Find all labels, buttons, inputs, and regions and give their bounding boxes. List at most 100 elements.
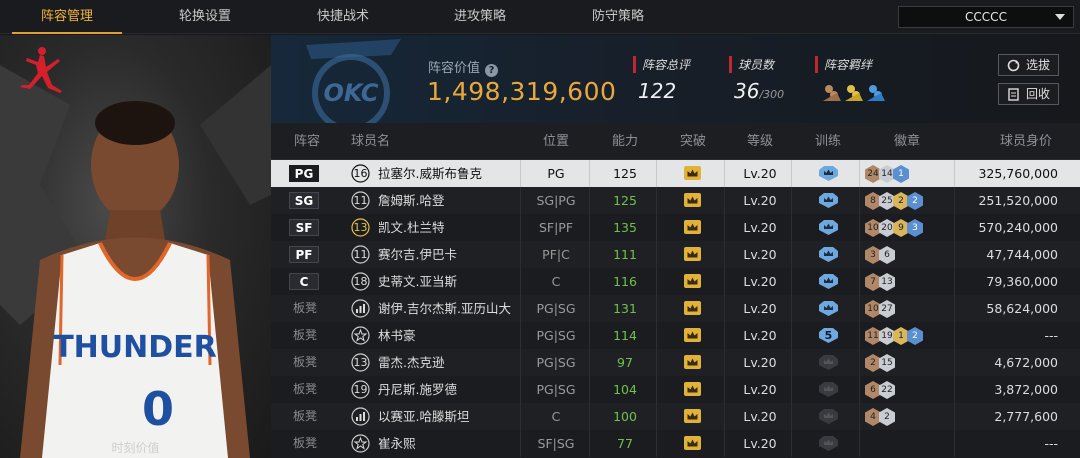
tab-defense-strategy[interactable]: 防守策略 (563, 0, 673, 34)
player-position: C (551, 409, 561, 424)
select-button[interactable]: 选拔 (998, 54, 1059, 76)
table-row[interactable]: SF 13 凯文.杜兰特 SF|PF 135 Lv.20 10 20 9 3 570,240,000 (271, 214, 1080, 241)
badge-group[interactable]: 6 22 (865, 380, 895, 399)
badge-group[interactable]: 7 13 (865, 272, 895, 291)
table-row[interactable]: 板凳 林书豪 PG|SG 114 Lv.20 5 11 19 1 2 --- (271, 322, 1080, 349)
badge-br: 8 (865, 192, 881, 210)
column-divider (954, 322, 955, 349)
jersey-number-text: 11 (353, 194, 368, 207)
badge-group[interactable]: 11 19 1 2 (865, 326, 923, 345)
col-header-breakthrough[interactable]: 突破 (663, 123, 723, 160)
table-row[interactable]: SG 11 詹姆斯.哈登 SG|PG 125 Lv.20 8 25 2 2 251,520,000 (271, 187, 1080, 214)
column-divider (520, 268, 521, 295)
tab-lineup-management[interactable]: 阵容管理 (12, 0, 122, 34)
player-name[interactable]: 雷杰.杰克逊 (378, 349, 444, 376)
badge-group[interactable]: 42 (865, 407, 895, 426)
col-header-rating[interactable]: 能力 (595, 123, 655, 160)
badge-group[interactable]: 10 27 (865, 299, 895, 318)
table-row[interactable]: 板凳 崔永熙 SF|SG 77 Lv.20 --- (271, 430, 1080, 457)
badge-br: 3 (865, 246, 881, 264)
crown-icon (684, 166, 701, 180)
table-row[interactable]: 板凳 谢伊.吉尔杰斯.亚历山大 PG|SG 131 Lv.20 10 27 58,624,00… (271, 295, 1080, 322)
jersey-number-text: 13 (353, 221, 368, 234)
column-divider (724, 349, 725, 376)
badge-group[interactable]: 10 20 9 3 (865, 218, 923, 237)
jersey-number-text: 16 (353, 167, 368, 180)
jordan-logo-icon (20, 47, 62, 93)
player-rating: 97 (617, 355, 633, 370)
badge-group[interactable]: 36 (865, 245, 895, 264)
crown-icon (684, 301, 701, 315)
badge-group[interactable]: 2 15 (865, 353, 895, 372)
col-header-name[interactable]: 球员名 (351, 123, 421, 160)
player-position: SF|SG (537, 436, 575, 451)
lineup-screen: 阵容管理 轮换设置 快捷战术 进攻策略 防守策略 CCCCC THUNDER 0 (0, 0, 1080, 458)
player-level: Lv.20 (743, 328, 777, 343)
select-button-label: 选拔 (1025, 58, 1050, 72)
column-divider (859, 295, 860, 322)
player-name[interactable]: 拉塞尔.威斯布鲁克 (378, 160, 482, 187)
tab-rotation-settings[interactable]: 轮换设置 (150, 0, 260, 34)
help-icon[interactable]: ? (485, 64, 499, 77)
col-header-training[interactable]: 训练 (798, 123, 858, 160)
column-divider (724, 241, 725, 268)
recycle-button[interactable]: 回收 (998, 83, 1059, 105)
player-name[interactable]: 谢伊.吉尔杰斯.亚历山大 (378, 295, 511, 322)
column-divider (724, 268, 725, 295)
player-level: Lv.20 (743, 274, 777, 289)
column-divider (656, 160, 657, 187)
col-header-value[interactable]: 球员身价 (986, 123, 1066, 160)
column-divider (954, 376, 955, 403)
tab-offense-strategy[interactable]: 进攻策略 (425, 0, 535, 34)
col-header-position[interactable]: 位置 (526, 123, 586, 160)
crown-icon (684, 220, 701, 234)
column-divider (656, 214, 657, 241)
table-row[interactable]: 板凳 13 雷杰.杰克逊 PG|SG 97 Lv.20 2 15 4,672,000 (271, 349, 1080, 376)
badge-br: 10 (865, 300, 881, 318)
chemistry-icons[interactable] (821, 81, 891, 103)
player-position: C (551, 274, 561, 289)
column-divider (954, 349, 955, 376)
lineup-slot-badge: C (289, 273, 319, 290)
player-level: Lv.20 (743, 409, 777, 424)
training-shield-empty-icon (819, 355, 838, 370)
team-select-value: CCCCC (965, 10, 1007, 24)
column-divider (589, 376, 590, 403)
table-row[interactable]: 板凳 以赛亚.哈滕斯坦 C 100 Lv.20 4 2 2,777,600 (271, 403, 1080, 430)
jersey-number-text: 11 (353, 248, 368, 261)
jersey-number-text: 13 (353, 356, 368, 369)
player-value: --- (1044, 436, 1058, 451)
column-divider (520, 376, 521, 403)
table-row[interactable]: C 18 史蒂文.亚当斯 C 116 Lv.20 7 13 79,360,000 (271, 268, 1080, 295)
lineup-slot-badge: PF (289, 246, 319, 263)
column-divider (791, 160, 792, 187)
jersey-number: 11 (351, 245, 370, 264)
col-header-slot[interactable]: 阵容 (285, 123, 329, 160)
column-divider (954, 241, 955, 268)
column-divider (859, 214, 860, 241)
player-name[interactable]: 丹尼斯.施罗德 (378, 376, 457, 403)
tab-quick-tactics[interactable]: 快捷战术 (288, 0, 398, 34)
table-row[interactable]: 板凳 19 丹尼斯.施罗德 PG|SG 104 Lv.20 6 22 3,872,000 (271, 376, 1080, 403)
badge-group[interactable]: 24 14 1 (865, 164, 909, 183)
crown-icon (684, 328, 701, 342)
col-header-badges[interactable]: 徽章 (877, 123, 937, 160)
table-row[interactable]: PG 16 拉塞尔.威斯布鲁克 PG 125 Lv.20 24 14 1 325,760,000 (271, 160, 1080, 187)
player-name[interactable]: 詹姆斯.哈登 (378, 187, 444, 214)
table-row[interactable]: PF 11 赛尔吉.伊巴卡 PF|C 111 Lv.20 3 6 47,744,000 (271, 241, 1080, 268)
player-name[interactable]: 以赛亚.哈滕斯坦 (378, 403, 469, 430)
player-name[interactable]: 史蒂文.亚当斯 (378, 268, 457, 295)
player-name[interactable]: 赛尔吉.伊巴卡 (378, 241, 457, 268)
col-header-level[interactable]: 等级 (730, 123, 790, 160)
player-level: Lv.20 (743, 220, 777, 235)
team-select-dropdown[interactable]: CCCCC (898, 6, 1074, 28)
portrait-caption: 时刻价值 (111, 441, 160, 455)
badge-sv: 22 (879, 381, 895, 399)
player-name[interactable]: 崔永熙 (378, 430, 416, 457)
refresh-icon (1007, 59, 1020, 72)
badge-group[interactable]: 8 25 2 2 (865, 191, 923, 210)
player-value: --- (1044, 328, 1058, 343)
chemistry-blue-icon (867, 85, 885, 101)
player-name[interactable]: 林书豪 (378, 322, 416, 349)
player-name[interactable]: 凯文.杜兰特 (378, 214, 444, 241)
